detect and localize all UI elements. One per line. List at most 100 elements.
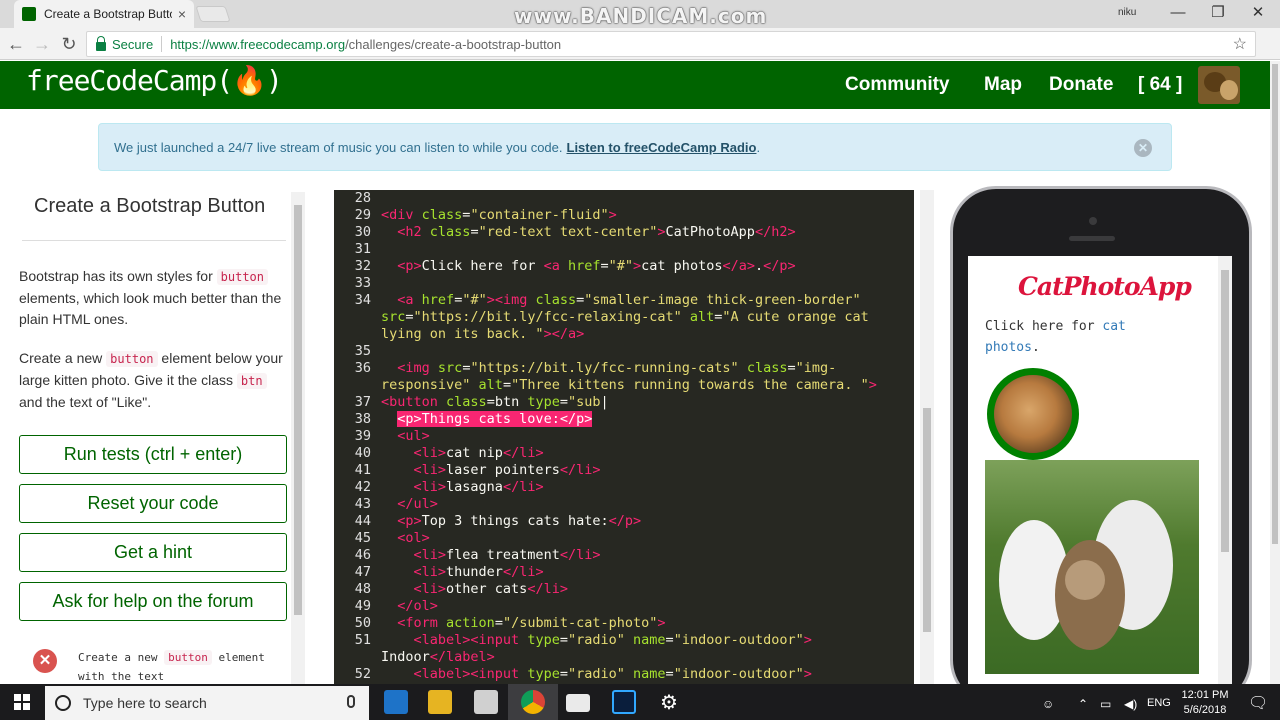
line-number: 38: [354, 411, 371, 427]
line-number: 43: [354, 496, 371, 512]
code-line[interactable]: <li>flea treatment</li>: [381, 547, 601, 563]
windows-start-icon[interactable]: [14, 694, 30, 710]
code-line[interactable]: <li>thunder</li>: [381, 564, 544, 580]
code-line[interactable]: <img src="https://bit.ly/fcc-running-cat…: [381, 360, 836, 376]
preview-scrollbar-thumb[interactable]: [1221, 270, 1229, 552]
code-line[interactable]: <label><input type="radio" name="indoor-…: [381, 666, 812, 682]
reload-icon[interactable]: ↻: [59, 34, 79, 54]
chrome-icon[interactable]: [521, 690, 545, 714]
editor-scrollbar-thumb[interactable]: [923, 408, 931, 632]
url-host: https://www.freecodecamp.org: [170, 36, 346, 52]
new-tab-button[interactable]: [195, 6, 231, 22]
line-number: 46: [354, 547, 371, 563]
profile-name[interactable]: niku: [1118, 7, 1136, 18]
code-line[interactable]: </ul>: [381, 496, 438, 512]
line-number: 50: [354, 615, 371, 631]
fcc-logo[interactable]: freeCodeCamp(🔥): [26, 64, 283, 97]
line-number: 30: [354, 224, 371, 240]
code-line[interactable]: <p>Top 3 things cats hate:</p>: [381, 513, 641, 529]
line-number: 39: [354, 428, 371, 444]
cortana-icon: [55, 695, 71, 711]
code-line[interactable]: <label><input type="radio" name="indoor-…: [381, 632, 812, 648]
taskbar-search-placeholder: Type here to search: [83, 695, 207, 711]
left-panel-scrollbar-thumb[interactable]: [294, 205, 302, 615]
code-line[interactable]: src="https://bit.ly/fcc-relaxing-cat" al…: [381, 309, 869, 325]
code-line[interactable]: <li>other cats</li>: [381, 581, 568, 597]
code-editor[interactable]: 28 29 30 31 32 33 34 35 36 37 38 39 40 41 42 43 44 45 46 47…: [334, 190, 914, 684]
url-separator: [161, 36, 163, 52]
code-line[interactable]: <button class=btn type="sub|: [381, 394, 609, 410]
nav-link-community[interactable]: Community: [845, 74, 950, 96]
maximize-button[interactable]: ❐: [1198, 2, 1238, 26]
code-line[interactable]: Indoor</label>: [381, 649, 495, 665]
mail-icon[interactable]: [566, 694, 590, 712]
test-text: Create a new: [78, 651, 165, 664]
microphone-icon[interactable]: [347, 695, 355, 708]
forward-icon[interactable]: →: [32, 34, 52, 54]
line-number: 47: [354, 564, 371, 580]
reset-code-button[interactable]: Reset your code: [19, 484, 287, 523]
store-icon[interactable]: [474, 690, 498, 714]
people-icon[interactable]: ☺: [1042, 697, 1054, 711]
code-line[interactable]: <ul>: [381, 428, 430, 444]
edge-icon[interactable]: [384, 690, 408, 714]
code-line[interactable]: <a href="#"><img class="smaller-image th…: [381, 292, 860, 308]
file-explorer-icon[interactable]: [428, 690, 452, 714]
bookmark-star-icon[interactable]: ☆: [1233, 34, 1247, 54]
code-line[interactable]: <li>lasagna</li>: [381, 479, 544, 495]
test-description: Create a new button element with the tex…: [78, 648, 278, 686]
test-fail-icon: ✕: [33, 649, 57, 673]
language-indicator[interactable]: ENG: [1147, 697, 1171, 709]
banner-close-icon[interactable]: ✕: [1134, 139, 1152, 157]
line-number: 41: [354, 462, 371, 478]
tab-close-icon[interactable]: ×: [178, 6, 186, 22]
back-icon[interactable]: ←: [6, 34, 26, 54]
page-scrollbar-thumb[interactable]: [1272, 64, 1278, 544]
desc-text: Create a new: [19, 350, 107, 366]
photoshop-icon[interactable]: [612, 690, 636, 714]
code-line[interactable]: </ol>: [381, 598, 438, 614]
get-hint-button[interactable]: Get a hint: [19, 533, 287, 572]
banner-text: We just launched a 24/7 live stream of m…: [114, 139, 563, 155]
notification-icon[interactable]: 🗨: [1248, 693, 1268, 713]
settings-gear-icon[interactable]: ⚙: [660, 690, 678, 715]
browser-tab[interactable]: Create a Bootstrap Button ×: [14, 0, 194, 28]
ask-forum-button[interactable]: Ask for help on the forum: [19, 582, 287, 621]
minimize-button[interactable]: —: [1158, 2, 1198, 26]
code-line[interactable]: <ol>: [381, 530, 430, 546]
code-line[interactable]: <form action="/submit-cat-photo">: [381, 615, 665, 631]
code-line[interactable]: <h2 class="red-text text-center">CatPhot…: [381, 224, 795, 240]
nav-link-donate[interactable]: Donate: [1049, 74, 1113, 96]
avatar[interactable]: [1198, 66, 1240, 104]
line-number: 49: [354, 598, 371, 614]
run-tests-button[interactable]: Run tests (ctrl + enter): [19, 435, 287, 474]
code-line[interactable]: <div class="container-fluid">: [381, 207, 617, 223]
relaxing-cat-image[interactable]: [987, 368, 1079, 460]
code-line[interactable]: <p>Things cats love:</p>: [381, 411, 593, 427]
code-line[interactable]: lying on its back. "></a>: [381, 326, 584, 342]
line-number: 44: [354, 513, 371, 529]
close-window-button[interactable]: ✕: [1238, 2, 1278, 26]
line-number: 29: [354, 207, 371, 223]
line-number: 48: [354, 581, 371, 597]
points-badge[interactable]: [ 64 ]: [1138, 74, 1182, 96]
network-icon[interactable]: ▭: [1100, 697, 1111, 711]
secure-label: Secure: [112, 36, 154, 52]
taskbar-clock[interactable]: 12:01 PM 5/6/2018: [1180, 688, 1230, 718]
tray-chevron-icon[interactable]: ⌃: [1078, 697, 1088, 711]
desc-text: Bootstrap has its own styles for: [19, 268, 217, 284]
code-line[interactable]: <li>laser pointers</li>: [381, 462, 601, 478]
preview-title: CatPhotoApp: [1018, 272, 1192, 301]
line-number: 34: [354, 292, 371, 308]
volume-icon[interactable]: ◀): [1124, 697, 1137, 711]
code-line[interactable]: <p>Click here for <a href="#">cat photos…: [381, 258, 795, 274]
inline-code: button: [164, 650, 212, 665]
code-line[interactable]: <li>cat nip</li>: [381, 445, 544, 461]
nav-link-map[interactable]: Map: [984, 74, 1022, 96]
taskbar-search-box[interactable]: Type here to search: [45, 686, 369, 720]
url-bar[interactable]: Secure https://www.freecodecamp.org/chal…: [86, 31, 1256, 57]
inline-code: button: [216, 269, 268, 285]
banner-radio-link[interactable]: Listen to freeCodeCamp Radio: [567, 140, 757, 155]
code-line[interactable]: responsive" alt="Three kittens running t…: [381, 377, 877, 393]
line-number: 37: [354, 394, 371, 410]
